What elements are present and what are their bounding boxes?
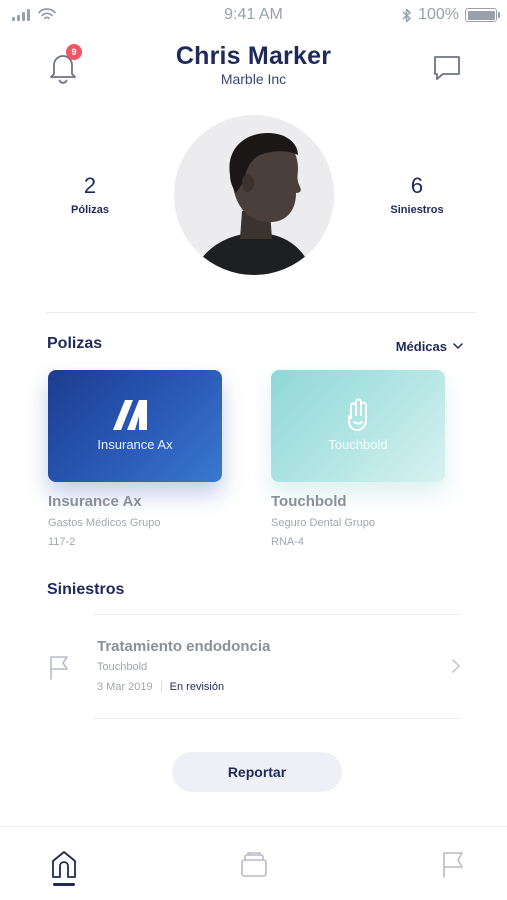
card-caption: Insurance Ax: [97, 437, 173, 452]
policy-filter-dropdown[interactable]: Médicas: [396, 339, 463, 354]
tab-policies[interactable]: [239, 849, 269, 879]
policy-type: Gastos Médicos Grupo: [48, 517, 161, 529]
battery-percent: 100%: [418, 6, 459, 23]
policy-type: Seguro Dental Grupo: [271, 517, 375, 529]
claim-divider-bottom: [93, 718, 462, 719]
avatar-portrait: [174, 115, 334, 275]
policy-info-insurance-ax: Insurance Ax Gastos Médicos Grupo 117-2: [48, 493, 248, 548]
claim-date: 3 Mar 2019: [97, 681, 153, 693]
claim-item[interactable]: Tratamiento endodoncia Touchbold 3 Mar 2…: [46, 614, 462, 720]
policy-card-touchbold[interactable]: Touchbold: [271, 370, 445, 482]
tab-claims[interactable]: [438, 849, 468, 879]
avatar: [174, 115, 334, 275]
policy-filter-label: Médicas: [395, 339, 447, 354]
policy-number: RNA-4: [271, 536, 305, 548]
tab-bar: [0, 826, 507, 900]
claim-status: En revisión: [169, 681, 225, 693]
tab-home[interactable]: [49, 849, 79, 879]
polizas-section-title: Polizas: [47, 335, 103, 352]
claim-provider: Touchbold: [97, 661, 148, 673]
meta-separator: [160, 681, 162, 693]
policy-name: Insurance Ax: [48, 493, 142, 510]
insurance-ax-logo: [48, 398, 222, 432]
status-bar: 9:41 AM 100%: [0, 0, 507, 32]
profile-header: 9 Chris Marker Marble Inc: [0, 40, 507, 100]
chevron-down-icon: [453, 343, 463, 350]
chevron-right-icon: [452, 659, 461, 673]
claim-meta: 3 Mar 2019 En revisión: [97, 681, 224, 693]
battery-fill: [467, 10, 495, 20]
siniestros-label: Siniestros: [390, 204, 444, 216]
messages-button[interactable]: [431, 52, 463, 84]
policy-info-touchbold: Touchbold Seguro Dental Grupo RNA-4: [271, 493, 471, 548]
policy-card-insurance-ax[interactable]: Insurance Ax: [48, 370, 222, 482]
touchbold-hand-logo: [271, 398, 445, 432]
polizas-label: Pólizas: [71, 204, 109, 216]
stat-siniestros[interactable]: 6 Siniestros: [367, 173, 467, 216]
section-divider: [46, 312, 476, 313]
home-icon: [52, 851, 76, 878]
bluetooth-icon: [402, 8, 411, 22]
active-tab-indicator: [53, 883, 75, 886]
siniestros-count: 6: [410, 173, 424, 198]
claim-title: Tratamiento endodoncia: [97, 638, 271, 655]
status-right: 100%: [402, 6, 500, 24]
stat-polizas[interactable]: 2 Pólizas: [40, 173, 140, 216]
card-stack-icon: [241, 852, 267, 877]
polizas-count: 2: [83, 173, 97, 198]
battery-icon: [465, 8, 500, 22]
card-caption: Touchbold: [328, 437, 388, 452]
policy-number: 117-2: [48, 536, 76, 548]
profile-stats: 2 Pólizas 6 Siniestros: [0, 115, 507, 285]
flag-icon: [50, 656, 68, 680]
chat-icon: [434, 56, 460, 80]
siniestros-section-title: Siniestros: [47, 581, 125, 598]
policy-name: Touchbold: [271, 493, 347, 510]
report-button[interactable]: Reportar: [172, 752, 342, 792]
flag-icon: [443, 852, 463, 878]
